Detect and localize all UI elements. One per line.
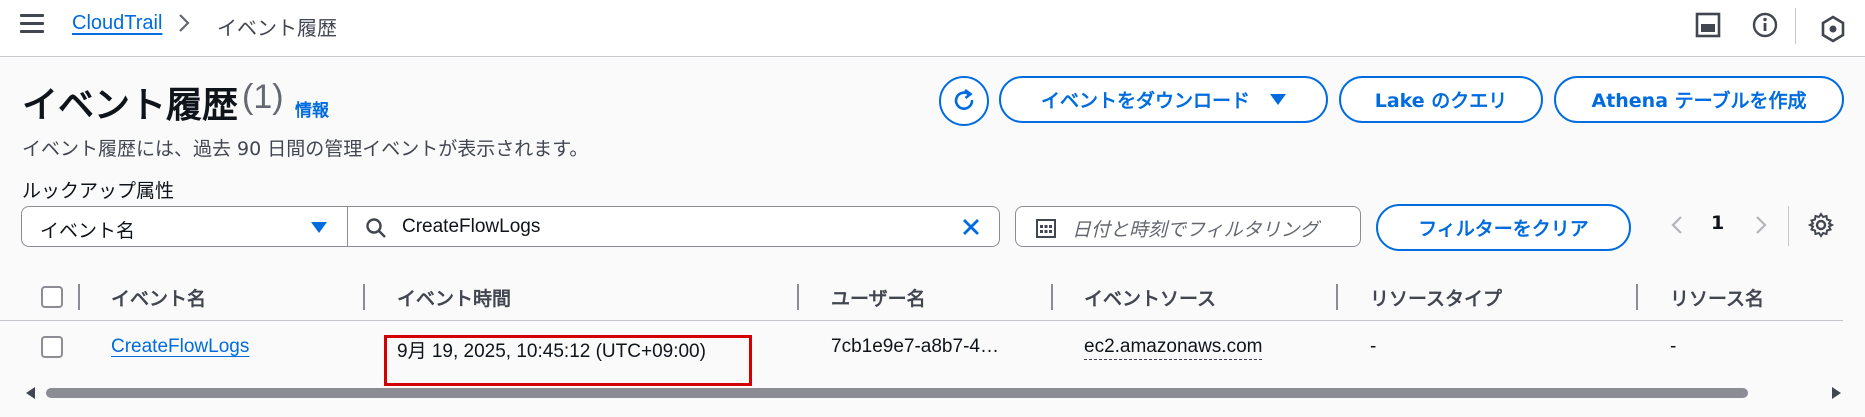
scroll-left-arrow-icon[interactable]: [26, 387, 35, 399]
event-count: (1): [242, 78, 284, 116]
lake-query-button[interactable]: Lake のクエリ: [1339, 76, 1543, 123]
lookup-search-field[interactable]: [347, 206, 1000, 247]
download-events-button[interactable]: イベントをダウンロード: [999, 76, 1328, 123]
scroll-right-arrow-icon[interactable]: [1832, 387, 1841, 399]
chevron-right-icon: [179, 14, 190, 32]
settings-icon[interactable]: [1808, 212, 1834, 238]
close-icon[interactable]: [959, 215, 983, 239]
search-icon: [366, 218, 386, 238]
column-divider: [1636, 284, 1638, 310]
column-header-resource-name[interactable]: リソース名: [1670, 284, 1764, 311]
info-icon[interactable]: [1750, 10, 1780, 40]
scrollbar-thumb[interactable]: [46, 388, 1748, 398]
lookup-attribute-label: ルックアップ属性: [22, 180, 175, 202]
refresh-icon: [954, 88, 974, 110]
breadcrumb-current: イベント履歴: [217, 16, 337, 40]
info-link[interactable]: 情報: [295, 96, 329, 121]
pagination-page[interactable]: 1: [1711, 212, 1724, 234]
clear-filter-button[interactable]: フィルターをクリア: [1376, 204, 1631, 251]
event-source-cell[interactable]: ec2.amazonaws.com: [1084, 336, 1263, 360]
select-all-checkbox[interactable]: [41, 286, 63, 308]
download-events-label: イベントをダウンロード: [1040, 90, 1250, 112]
column-divider: [1051, 284, 1053, 310]
column-divider: [78, 284, 80, 310]
chevron-right-icon[interactable]: [1748, 213, 1772, 237]
menu-icon[interactable]: [20, 14, 44, 34]
refresh-button[interactable]: [939, 76, 989, 126]
breadcrumb-cloudtrail-link[interactable]: CloudTrail: [72, 12, 162, 35]
date-filter-placeholder: 日付と時刻でフィルタリング: [1072, 219, 1319, 241]
caret-down-icon: [1270, 94, 1286, 105]
caret-down-icon: [311, 222, 327, 233]
horizontal-scrollbar[interactable]: [20, 386, 1845, 400]
lookup-attribute-value: イベント名: [40, 220, 136, 242]
table-row: CreateFlowLogs 9月 19, 2025, 10:45:12 (UT…: [0, 322, 1843, 374]
search-input[interactable]: [402, 213, 902, 241]
column-header-resource-type[interactable]: リソースタイプ: [1370, 284, 1502, 311]
resource-type-cell: -: [1370, 336, 1377, 357]
chevron-left-icon[interactable]: [1666, 213, 1690, 237]
column-header-event-time[interactable]: イベント時間: [397, 284, 511, 311]
column-header-user-name[interactable]: ユーザー名: [831, 284, 926, 311]
user-name-cell: 7cb1e9e7-a8b7-4…: [831, 336, 999, 357]
calendar-icon: [1036, 219, 1056, 238]
create-athena-table-button[interactable]: Athena テーブルを作成: [1554, 76, 1844, 123]
notifications-icon[interactable]: [1818, 14, 1848, 44]
column-divider: [797, 284, 799, 310]
date-filter-input[interactable]: 日付と時刻でフィルタリング: [1015, 206, 1361, 247]
event-time-highlight-box: [384, 335, 752, 386]
top-navigation-bar: CloudTrail イベント履歴: [0, 0, 1865, 57]
page-title: イベント履歴: [22, 84, 239, 125]
column-divider: [363, 284, 365, 310]
page-description: イベント履歴には、過去 90 日間の管理イベントが表示されます。: [22, 138, 589, 160]
lookup-attribute-select[interactable]: イベント名: [21, 206, 348, 247]
panel-icon[interactable]: [1693, 10, 1723, 40]
events-table-header: イベント名 イベント時間 ユーザー名 イベントソース リソースタイプ リソース名: [0, 270, 1843, 321]
column-divider: [1336, 284, 1338, 310]
resource-name-cell: -: [1670, 336, 1677, 357]
toolbar-divider: [1795, 8, 1796, 44]
column-header-event-name[interactable]: イベント名: [111, 284, 206, 311]
event-name-link[interactable]: CreateFlowLogs: [111, 336, 249, 358]
column-header-event-source[interactable]: イベントソース: [1084, 284, 1216, 311]
row-checkbox[interactable]: [41, 336, 63, 358]
pagination-divider: [1788, 206, 1789, 246]
event-history-panel: イベント履歴 (1) 情報 イベント履歴には、過去 90 日間の管理イベントが表…: [0, 58, 1865, 417]
